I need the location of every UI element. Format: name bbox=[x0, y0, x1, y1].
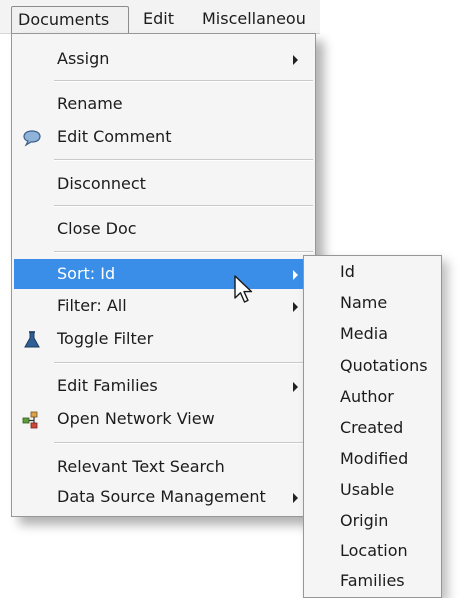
menu-separator bbox=[54, 362, 313, 364]
sort-option-created[interactable]: Created bbox=[340, 414, 403, 442]
menu-item-sort[interactable]: Sort: Id bbox=[14, 259, 313, 289]
mouse-pointer-icon bbox=[234, 275, 253, 303]
menu-item-label: Open Network View bbox=[57, 409, 215, 428]
menu-item-label: Edit Families bbox=[57, 376, 158, 395]
menu-item-label: Filter: All bbox=[57, 296, 127, 315]
network-icon bbox=[22, 411, 38, 429]
menu-item-label: Data Source Management bbox=[57, 487, 266, 506]
sort-option-quotations[interactable]: Quotations bbox=[340, 352, 428, 380]
menu-separator bbox=[54, 80, 313, 82]
menubar-miscellaneous[interactable]: Miscellaneou bbox=[196, 6, 320, 33]
menubar: Documents Edit Miscellaneou bbox=[0, 0, 320, 34]
submenu-arrow-icon bbox=[293, 302, 298, 312]
submenu-arrow-icon bbox=[293, 382, 298, 392]
menu-item-label: Relevant Text Search bbox=[57, 457, 225, 476]
menu-item-label: Sort: Id bbox=[57, 264, 116, 283]
menu-item-disconnect[interactable]: Disconnect bbox=[14, 169, 313, 199]
sort-option-author[interactable]: Author bbox=[340, 383, 394, 411]
menu-separator bbox=[54, 205, 313, 207]
menu-item-label: Assign bbox=[57, 49, 110, 68]
sort-option-origin[interactable]: Origin bbox=[340, 507, 388, 535]
menu-item-relevant-text-search[interactable]: Relevant Text Search bbox=[14, 452, 313, 482]
menu-item-label: Rename bbox=[57, 94, 123, 113]
menu-item-rename[interactable]: Rename bbox=[14, 89, 313, 119]
sort-option-id[interactable]: Id bbox=[340, 258, 355, 286]
submenu-arrow-icon bbox=[293, 55, 298, 65]
sort-option-families[interactable]: Families bbox=[340, 567, 405, 595]
menu-item-label: Edit Comment bbox=[57, 127, 172, 146]
menu-item-toggle-filter[interactable]: Toggle Filter bbox=[14, 324, 313, 354]
menu-item-filter[interactable]: Filter: All bbox=[14, 291, 313, 321]
sort-option-media[interactable]: Media bbox=[340, 320, 388, 348]
menu-item-label: Toggle Filter bbox=[57, 329, 154, 348]
menu-item-close-doc[interactable]: Close Doc bbox=[14, 214, 313, 244]
sort-submenu: Id Name Media Quotations Author Created … bbox=[303, 255, 442, 598]
menu-separator bbox=[54, 159, 313, 161]
menu-separator bbox=[54, 251, 313, 253]
documents-menu: Assign Rename Edit Comment Disconnect Cl… bbox=[11, 33, 316, 517]
menubar-documents[interactable]: Documents bbox=[11, 6, 129, 33]
sort-option-modified[interactable]: Modified bbox=[340, 445, 408, 473]
speech-bubble-icon bbox=[23, 130, 41, 147]
app-stage: Documents Edit Miscellaneou Assign Renam… bbox=[0, 0, 465, 598]
submenu-arrow-icon bbox=[293, 270, 298, 280]
flask-icon bbox=[24, 331, 40, 348]
menubar-edit[interactable]: Edit bbox=[137, 6, 180, 33]
sort-option-name[interactable]: Name bbox=[340, 289, 387, 317]
menu-item-label: Close Doc bbox=[57, 219, 137, 238]
menu-item-edit-comment[interactable]: Edit Comment bbox=[14, 122, 313, 152]
sort-option-location[interactable]: Location bbox=[340, 537, 408, 565]
menu-item-open-network-view[interactable]: Open Network View bbox=[14, 404, 313, 434]
sort-option-usable[interactable]: Usable bbox=[340, 476, 394, 504]
menu-item-edit-families[interactable]: Edit Families bbox=[14, 371, 313, 401]
menu-item-assign[interactable]: Assign bbox=[14, 44, 313, 74]
menu-item-data-source-management[interactable]: Data Source Management bbox=[14, 482, 313, 512]
menu-separator bbox=[54, 442, 313, 444]
submenu-arrow-icon bbox=[293, 493, 298, 503]
menu-item-label: Disconnect bbox=[57, 174, 146, 193]
